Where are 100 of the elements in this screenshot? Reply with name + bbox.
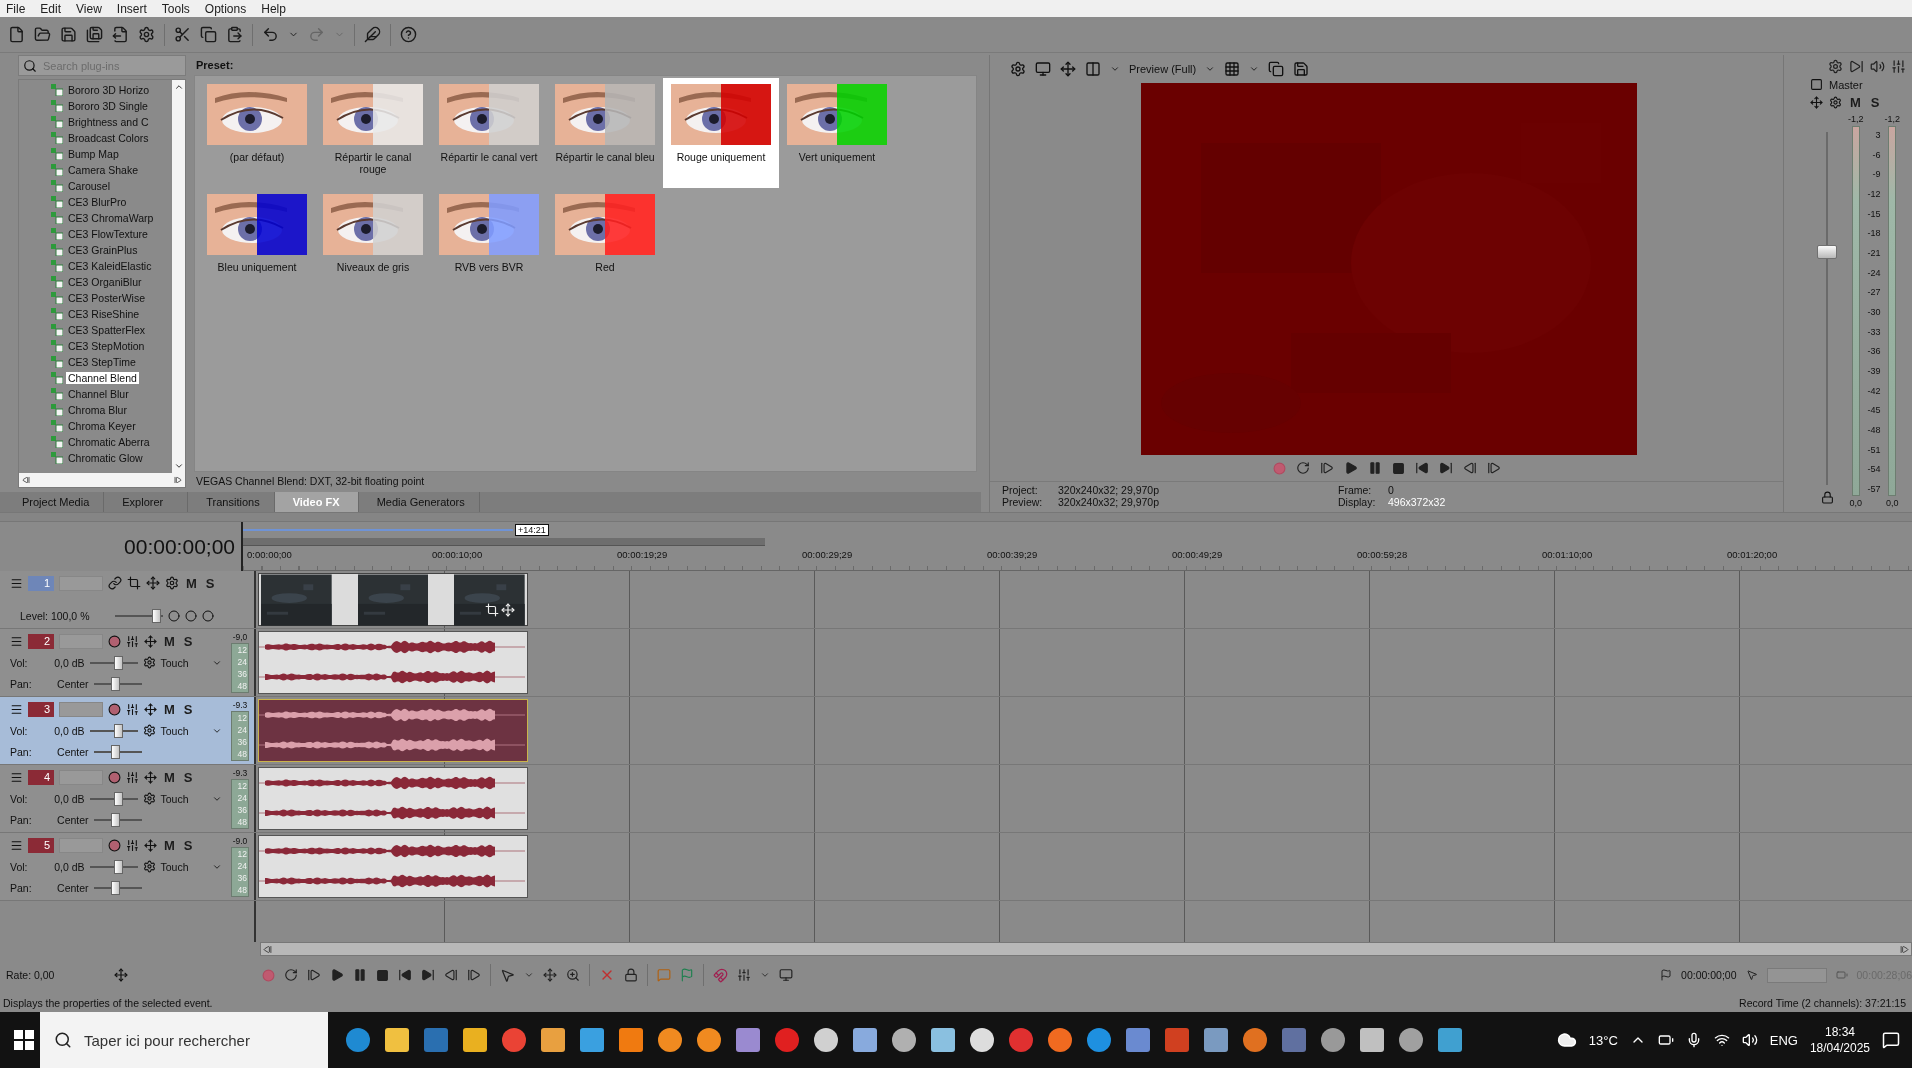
preset-card[interactable]: Répartir le canal rouge — [315, 78, 431, 188]
skip-back-icon[interactable] — [1414, 461, 1429, 475]
plugin-item[interactable]: Broadcast Colors — [66, 132, 151, 144]
solo-button[interactable]: S — [181, 701, 195, 717]
menu-icon[interactable] — [10, 702, 23, 716]
preset-card[interactable]: (par défaut) — [199, 78, 315, 188]
caret-icon[interactable] — [1249, 64, 1260, 74]
mute-button[interactable]: M — [184, 575, 199, 591]
plugin-item[interactable]: CE3 StepMotion — [66, 340, 147, 352]
plugin-item[interactable]: Chromatic Glow — [66, 452, 145, 464]
help-icon[interactable] — [400, 26, 417, 43]
scroll-down-icon[interactable] — [173, 461, 184, 471]
solo-button[interactable]: S — [203, 575, 217, 591]
automation-mode[interactable]: Touch — [160, 656, 207, 669]
plugin-item[interactable]: CE3 GrainPlus — [66, 244, 140, 256]
caret-icon[interactable] — [760, 970, 770, 980]
paste-icon[interactable] — [226, 26, 243, 43]
mute-button[interactable]: M — [1848, 95, 1863, 110]
taskbar-search-input[interactable]: Taper ici pour rechercher — [82, 1030, 312, 1050]
move-icon[interactable] — [501, 603, 515, 617]
settings-icon[interactable] — [1828, 59, 1843, 74]
weather-icon[interactable] — [1556, 1030, 1577, 1050]
pause-icon[interactable] — [353, 968, 367, 982]
plugin-item[interactable]: CE3 OrganiBlur — [66, 276, 144, 288]
app-icon[interactable] — [814, 1028, 838, 1052]
automation-mode[interactable]: Touch — [160, 792, 207, 805]
circle-icon[interactable] — [202, 610, 214, 622]
move-icon[interactable] — [1060, 61, 1076, 77]
preset-card[interactable]: RVB vers BVR — [431, 188, 547, 298]
menu-icon[interactable] — [10, 838, 23, 852]
gear-icon[interactable] — [142, 724, 156, 737]
new-file-icon[interactable] — [8, 26, 25, 43]
monitor-icon[interactable] — [779, 968, 793, 982]
auto-ripple-icon[interactable] — [737, 968, 751, 982]
loop-icon[interactable] — [1295, 461, 1310, 475]
copy-icon[interactable] — [200, 26, 217, 43]
scroll-left-icon[interactable] — [263, 944, 272, 954]
crop-icon[interactable] — [485, 603, 499, 617]
preset-card[interactable]: Répartir le canal vert — [431, 78, 547, 188]
battery-icon[interactable] — [1657, 1032, 1674, 1048]
menu-item[interactable]: Options — [204, 1, 247, 16]
app-icon[interactable] — [1048, 1028, 1072, 1052]
record-icon[interactable] — [108, 634, 121, 648]
skip-forward-icon[interactable] — [421, 968, 435, 982]
solo-button[interactable]: S — [181, 769, 195, 785]
square-icon[interactable] — [1810, 78, 1823, 91]
track-header[interactable]: 5 M S Vol: 0,0 dB Touch Pan: Center -9.0 12 24 36 48 — [0, 833, 256, 900]
plugin-item[interactable]: Brightness and C — [66, 116, 151, 128]
caret-icon[interactable] — [1205, 64, 1216, 74]
mute-button[interactable]: M — [162, 701, 177, 717]
speaker-icon[interactable] — [1741, 1032, 1758, 1048]
preset-card[interactable]: Niveaux de gris — [315, 188, 431, 298]
previous-frame-icon[interactable] — [1462, 461, 1477, 475]
track-header[interactable]: 2 M S Vol: 0,0 dB Touch Pan: Center -9,0 12 24 36 48 — [0, 629, 256, 696]
feather-icon[interactable] — [364, 26, 381, 43]
lock-icon[interactable] — [1820, 491, 1834, 504]
plugin-item[interactable]: Channel Blend — [66, 372, 139, 384]
volume-slider-thumb[interactable] — [114, 723, 124, 738]
app-icon[interactable] — [658, 1028, 682, 1052]
fx-icon[interactable] — [126, 702, 139, 716]
volume-slider-thumb[interactable] — [114, 859, 124, 874]
save-icon[interactable] — [1293, 61, 1310, 77]
gear-icon[interactable] — [142, 860, 156, 873]
folder-icon[interactable] — [34, 26, 51, 43]
pause-icon[interactable] — [1367, 461, 1382, 475]
automation-mode[interactable]: Touch — [160, 724, 207, 737]
app-icon[interactable] — [970, 1028, 994, 1052]
pan-slider-thumb[interactable] — [111, 745, 121, 759]
track-name-field[interactable] — [59, 701, 103, 717]
mute-button[interactable]: M — [162, 837, 177, 853]
split-view-icon[interactable] — [1085, 61, 1101, 77]
menu-icon[interactable] — [10, 770, 23, 784]
master-fader[interactable] — [1817, 132, 1837, 485]
menu-icon[interactable] — [10, 634, 23, 648]
play-icon[interactable] — [330, 968, 344, 982]
crop-icon[interactable] — [127, 576, 141, 590]
render-icon[interactable] — [112, 26, 129, 43]
app-icon[interactable] — [697, 1028, 721, 1052]
menu-item[interactable]: Tools — [161, 1, 190, 16]
fx-icon[interactable] — [126, 770, 139, 784]
cut-icon[interactable] — [174, 26, 191, 43]
link-icon[interactable] — [108, 576, 122, 590]
record-icon[interactable] — [108, 702, 121, 716]
preset-card[interactable]: Red — [547, 188, 663, 298]
next-frame-icon[interactable] — [467, 968, 481, 982]
grid-icon[interactable] — [1224, 61, 1241, 77]
save-icon[interactable] — [60, 26, 77, 43]
solo-button[interactable]: S — [1868, 95, 1882, 110]
fx-icon[interactable] — [126, 838, 139, 852]
pan-slider-thumb[interactable] — [111, 813, 121, 827]
automation-mode[interactable]: Touch — [160, 860, 207, 873]
preset-card[interactable]: Bleu uniquement — [199, 188, 315, 298]
record-icon[interactable] — [108, 838, 121, 852]
move-icon[interactable] — [144, 702, 157, 716]
lock-icon[interactable] — [624, 968, 638, 982]
menu-item[interactable]: View — [76, 1, 102, 16]
gear-icon[interactable] — [1829, 96, 1842, 109]
plugin-item[interactable]: Bororo 3D Single — [66, 100, 150, 112]
move-icon[interactable] — [144, 838, 157, 852]
monitor-icon[interactable] — [1035, 61, 1051, 77]
